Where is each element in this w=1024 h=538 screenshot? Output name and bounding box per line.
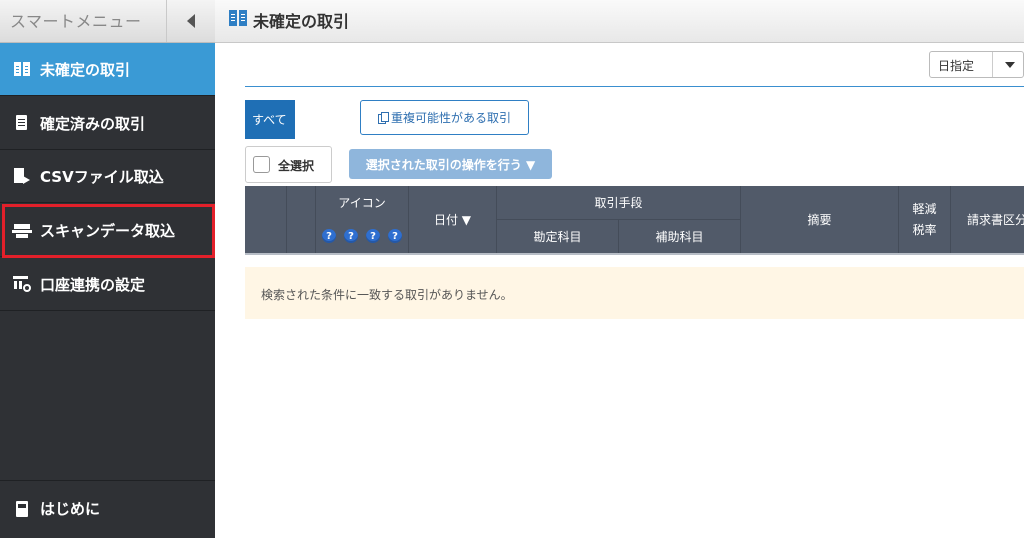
sidebar-header: スマートメニュー xyxy=(0,0,215,43)
guide-book-icon xyxy=(12,500,32,518)
bulk-action-button[interactable]: 選択された取引の操作を行う ▼ xyxy=(349,149,552,179)
table-header-underline xyxy=(245,253,1024,255)
sidebar-item-label: CSVファイル取込 xyxy=(40,167,164,186)
chevron-left-icon xyxy=(186,14,195,28)
sidebar: スマートメニュー 未確定の取引 確定済みの取引 CSVファイル取込 スキャンデー… xyxy=(0,0,215,538)
help-icon[interactable]: ? xyxy=(388,229,402,243)
help-icon[interactable]: ? xyxy=(322,229,336,243)
sidebar-item-label: スキャンデータ取込 xyxy=(40,221,176,240)
help-icon[interactable]: ? xyxy=(344,229,358,243)
caret-down-icon xyxy=(1005,62,1015,68)
csv-import-icon xyxy=(12,167,32,185)
section-divider xyxy=(245,86,1024,87)
document-icon xyxy=(12,114,32,132)
date-filter-select[interactable]: 日指定 xyxy=(929,51,1024,78)
page-header: 未確定の取引 xyxy=(215,0,1024,43)
tab-all[interactable]: すべて xyxy=(245,100,295,139)
status-column-header xyxy=(287,186,316,253)
tab-all-label: すべて xyxy=(252,113,287,127)
account-column-header: 勘定科目 xyxy=(497,220,619,253)
empty-result-message: 検索された条件に一致する取引がありません。 xyxy=(245,267,1024,319)
sidebar-item-pending-transactions[interactable]: 未確定の取引 xyxy=(0,43,215,96)
sidebar-divider xyxy=(0,480,215,481)
date-column-header[interactable]: 日付 ▼ xyxy=(409,186,497,253)
checkbox-column-header xyxy=(245,186,287,253)
page-title: 未確定の取引 xyxy=(253,12,350,31)
icon-column-header: アイコン xyxy=(316,186,409,219)
possible-duplicates-label: 重複可能性がある取引 xyxy=(390,111,511,125)
sidebar-item-label: 未確定の取引 xyxy=(40,60,131,79)
summary-column-header: 摘要 xyxy=(741,186,899,253)
select-divider xyxy=(992,52,993,77)
table-header: アイコン ? ? ? ? 日付 ▼ 取引手段 勘定科目 補助科目 摘要 軽減 税… xyxy=(245,186,1024,253)
reduced-tax-line1: 軽減 xyxy=(912,201,937,216)
bank-settings-icon xyxy=(12,275,32,293)
bulk-action-label: 選択された取引の操作を行う ▼ xyxy=(365,157,536,172)
ledger-book-icon xyxy=(12,60,32,78)
select-all-label: 全選択 xyxy=(278,159,315,173)
select-all-checkbox[interactable]: 全選択 xyxy=(245,146,332,183)
sidebar-item-csv-import[interactable]: CSVファイル取込 xyxy=(0,150,215,203)
sidebar-item-account-link-settings[interactable]: 口座連携の設定 xyxy=(0,258,215,311)
sidebar-title: スマートメニュー xyxy=(10,12,142,31)
date-filter-value: 日指定 xyxy=(938,59,975,73)
sidebar-item-getting-started[interactable]: はじめに xyxy=(0,482,215,535)
sidebar-item-label: 確定済みの取引 xyxy=(40,114,146,133)
reduced-tax-line2: 税率 xyxy=(912,222,937,237)
invoice-type-column-header: 請求書区分 xyxy=(967,213,1024,227)
reduced-tax-column-header: 軽減 税率 xyxy=(899,186,951,253)
scanner-icon xyxy=(12,221,32,239)
copy-icon xyxy=(377,112,389,124)
help-icon[interactable]: ? xyxy=(366,229,380,243)
ledger-book-icon xyxy=(229,10,247,26)
transaction-means-header: 取引手段 xyxy=(497,186,741,219)
sidebar-item-confirmed-transactions[interactable]: 確定済みの取引 xyxy=(0,97,215,150)
sidebar-item-label: はじめに xyxy=(40,500,101,518)
collapse-sidebar-button[interactable] xyxy=(166,0,214,42)
checkbox-box[interactable] xyxy=(253,156,270,173)
sub-account-column-header: 補助科目 xyxy=(619,220,741,253)
sidebar-item-label: 口座連携の設定 xyxy=(40,275,146,294)
sidebar-item-scan-data-import[interactable]: スキャンデータ取込 xyxy=(0,204,215,257)
possible-duplicates-button[interactable]: 重複可能性がある取引 xyxy=(360,100,529,135)
